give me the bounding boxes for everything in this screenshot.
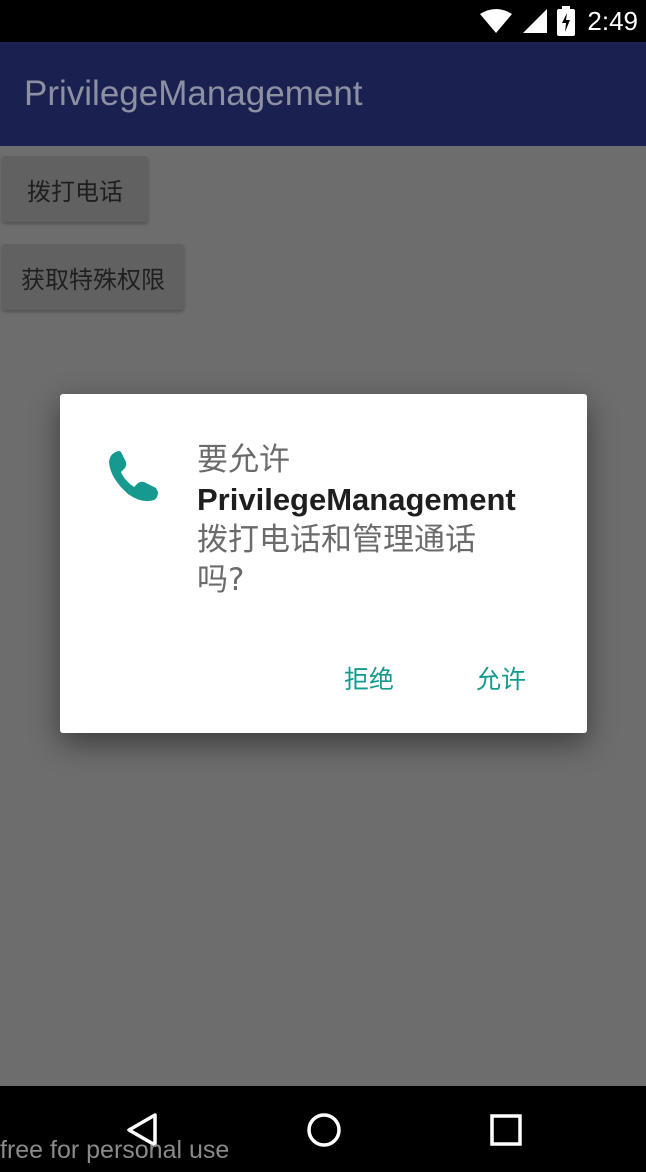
dialog-line-1: 要允许: [197, 442, 290, 478]
watermark: free for personal use: [0, 1136, 230, 1164]
app-bar: PrivilegeManagement: [0, 42, 646, 146]
call-button[interactable]: 拨打电话: [2, 156, 148, 222]
app-title: PrivilegeManagement: [24, 74, 363, 113]
status-bar: 2:49: [0, 0, 646, 42]
dialog-line-2: 拨打电话和管理通话: [197, 522, 476, 558]
status-icons: 2:49: [479, 0, 638, 42]
allow-button[interactable]: 允许: [470, 656, 532, 700]
battery-charging-icon: [557, 6, 576, 36]
scrim: [0, 1046, 646, 1086]
phone-icon: [109, 451, 158, 502]
nav-bar: free for personal use: [0, 1086, 646, 1172]
get-permission-button[interactable]: 获取特殊权限: [2, 244, 184, 310]
permission-dialog: 要允许 PrivilegeManagement 拨打电话和管理通话 吗? 拒绝 …: [60, 394, 587, 733]
deny-button[interactable]: 拒绝: [338, 656, 400, 700]
wifi-icon: [480, 9, 513, 34]
dialog-message: 要允许 PrivilegeManagement 拨打电话和管理通话 吗?: [197, 440, 567, 600]
recents-icon[interactable]: [490, 1114, 524, 1148]
status-time: 2:49: [587, 5, 638, 36]
home-icon[interactable]: [306, 1112, 342, 1148]
cell-signal-icon: [523, 9, 548, 33]
dialog-line-3: 吗?: [197, 562, 245, 598]
dialog-app-name: PrivilegeManagement: [197, 482, 516, 517]
